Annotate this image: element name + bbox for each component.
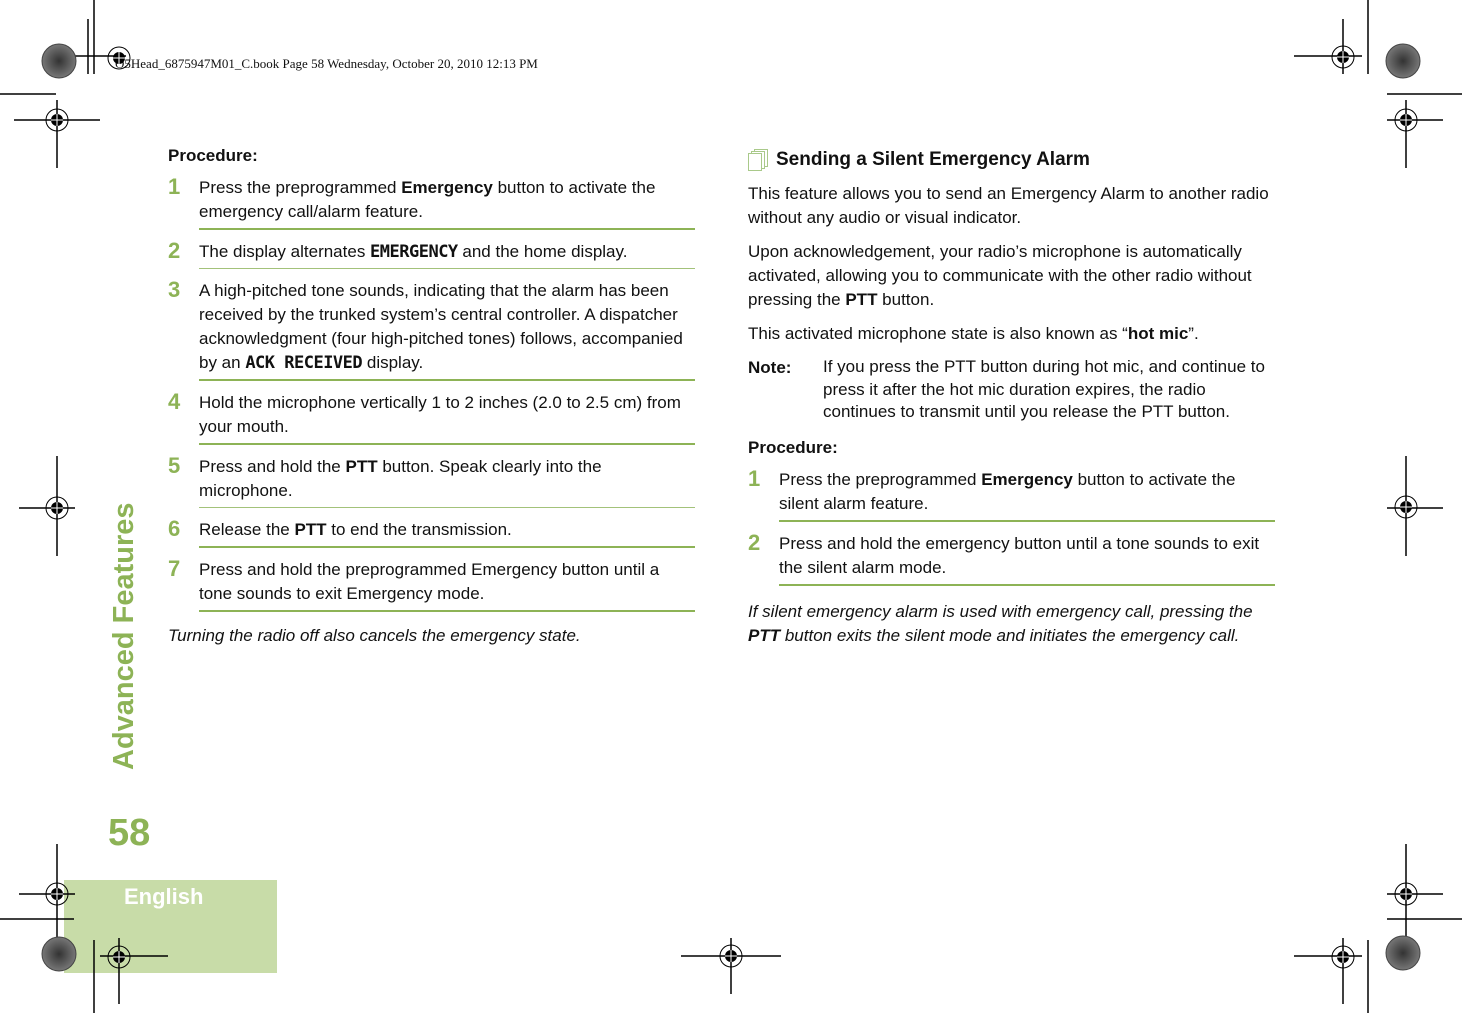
language-label: English: [124, 884, 204, 909]
registration-mark-icon: [1331, 945, 1355, 969]
left-column: Procedure: 1 Press the preprogrammed Eme…: [168, 144, 695, 648]
note-block: Note: If you press the PTT button during…: [748, 356, 1275, 424]
registration-mark-icon: [1394, 108, 1418, 132]
step-number: 1: [748, 465, 761, 491]
step-number: 3: [168, 277, 181, 302]
star-target-icon: [1385, 935, 1421, 971]
procedure-steps: 1 Press the preprogrammed Emergency butt…: [168, 174, 695, 612]
registration-mark-icon: [45, 496, 69, 520]
step-number: 4: [168, 389, 181, 414]
step-text: Release the PTT to end the transmission.: [199, 518, 695, 548]
step-item: 1 Press the preprogrammed Emergency butt…: [748, 465, 1275, 522]
procedure-label: Procedure:: [748, 437, 838, 457]
step-item: 1 Press the preprogrammed Emergency butt…: [168, 174, 695, 230]
display-text: EMERGENCY: [370, 242, 458, 262]
display-text: ACK RECEIVED: [245, 353, 363, 373]
step-text: Hold the microphone vertically 1 to 2 in…: [199, 391, 695, 445]
step-text: Press and hold the PTT button. Speak cle…: [199, 455, 695, 508]
note-label: Note:: [748, 358, 792, 377]
step-number: 6: [168, 516, 181, 541]
ack-paragraph: Upon acknowledgement, your radio’s micro…: [748, 242, 1252, 309]
section-title: Advanced Features: [108, 502, 140, 770]
registration-mark-icon: [719, 944, 743, 968]
step-text: A high-pitched tone sounds, indicating t…: [199, 279, 695, 381]
emergency-button-ref: Emergency: [401, 178, 493, 197]
registration-mark-icon: [1331, 45, 1355, 69]
step-text: Press and hold the preprogrammed Emergen…: [199, 558, 695, 612]
registration-mark-icon: [1394, 882, 1418, 906]
note-text: If you press the PTT button during hot m…: [823, 357, 1265, 421]
document-stack-icon: [748, 149, 768, 171]
procedure-label: Procedure:: [168, 146, 258, 165]
page-number: 58: [108, 812, 151, 854]
step-text: Press the preprogrammed Emergency button…: [779, 468, 1275, 522]
step-text: Press the preprogrammed Emergency button…: [199, 176, 695, 230]
step-number: 2: [168, 238, 181, 263]
step-number: 1: [168, 174, 181, 199]
step-item: 2 Press and hold the emergency button un…: [748, 529, 1275, 586]
emergency-button-ref: Emergency: [981, 469, 1073, 489]
heading-text: Sending a Silent Emergency Alarm: [776, 149, 1090, 170]
step-number: 2: [748, 529, 761, 555]
ptt-button-ref: PTT: [294, 520, 327, 539]
ptt-button-ref: PTT: [345, 457, 378, 476]
step-number: 7: [168, 556, 181, 581]
step-text: Press and hold the emergency button unti…: [779, 532, 1275, 586]
registration-mark-icon: [45, 108, 69, 132]
ptt-button-ref: PTT: [845, 290, 878, 309]
ptt-button-ref: PTT: [748, 625, 781, 645]
step-item: 2 The display alternates EMERGENCY and t…: [168, 238, 695, 269]
step-item: 4 Hold the microphone vertically 1 to 2 …: [168, 389, 695, 445]
section-heading: Sending a Silent Emergency Alarm: [748, 148, 1275, 172]
hot-mic-paragraph: This activated microphone state is also …: [748, 324, 1199, 343]
step-item: 7 Press and hold the preprogrammed Emerg…: [168, 556, 695, 612]
hot-mic-term: hot mic: [1127, 324, 1189, 343]
book-slug-header: O5Head_6875947M01_C.book Page 58 Wednesd…: [115, 56, 538, 71]
procedure-steps: 1 Press the preprogrammed Emergency butt…: [748, 465, 1275, 586]
step-item: 5 Press and hold the PTT button. Speak c…: [168, 453, 695, 508]
step-number: 5: [168, 453, 181, 478]
footnote: Turning the radio off also cancels the e…: [168, 626, 581, 645]
registration-mark-icon: [1394, 495, 1418, 519]
right-column: Sending a Silent Emergency Alarm This fe…: [748, 148, 1275, 648]
language-tab: English: [64, 880, 277, 973]
intro-paragraph: This feature allows you to send an Emerg…: [748, 184, 1269, 227]
star-target-icon: [41, 43, 77, 79]
step-text: The display alternates EMERGENCY and the…: [199, 240, 695, 269]
step-item: 6 Release the PTT to end the transmissio…: [168, 516, 695, 548]
star-target-icon: [1385, 43, 1421, 79]
footnote: If silent emergency alarm is used with e…: [748, 601, 1253, 645]
step-item: 3 A high-pitched tone sounds, indicating…: [168, 277, 695, 381]
